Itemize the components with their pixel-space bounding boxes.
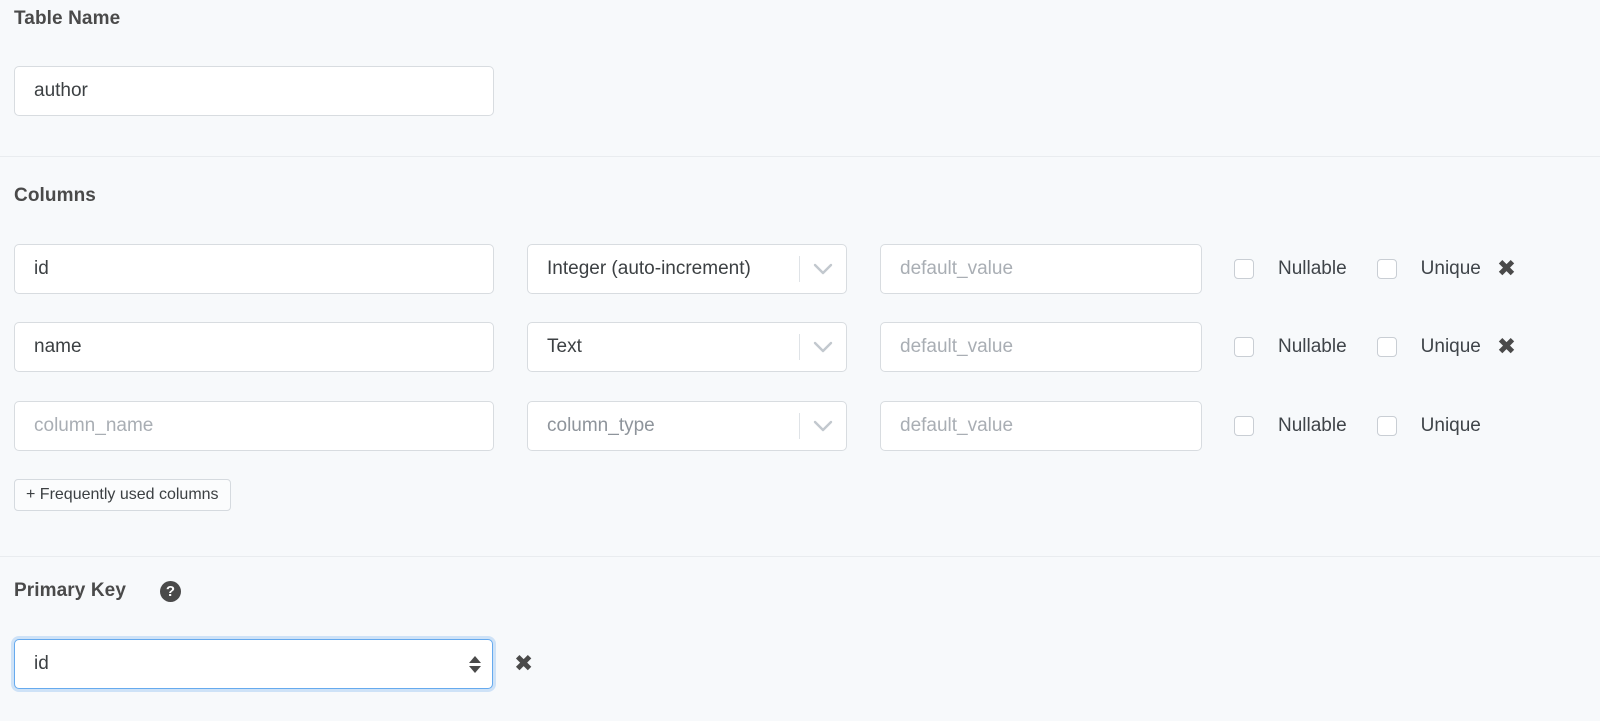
chevron-down-icon <box>800 420 846 432</box>
default-value-input[interactable] <box>880 244 1202 294</box>
column-name-input[interactable] <box>14 401 494 451</box>
nullable-checkbox[interactable] <box>1234 259 1254 279</box>
chevron-up-icon <box>469 656 481 663</box>
delete-column-button[interactable]: ✖ <box>1497 336 1516 359</box>
unique-label: Unique <box>1421 415 1481 437</box>
frequently-used-columns-button[interactable]: + Frequently used columns <box>14 479 231 511</box>
nullable-checkbox[interactable] <box>1234 416 1254 436</box>
table-name-input[interactable] <box>14 66 494 116</box>
default-value-input[interactable] <box>880 401 1202 451</box>
column-type-value: Text <box>528 336 799 358</box>
nullable-label: Nullable <box>1278 415 1347 437</box>
column-type-value: Integer (auto-increment) <box>528 258 799 280</box>
delete-primary-key-button[interactable]: ✖ <box>514 653 533 676</box>
primary-key-value: id <box>15 653 458 675</box>
nullable-label: Nullable <box>1278 258 1347 280</box>
delete-column-button[interactable]: ✖ <box>1497 258 1516 281</box>
primary-key-label: Primary Key <box>14 580 126 602</box>
column-name-input[interactable] <box>14 244 494 294</box>
nullable-label: Nullable <box>1278 336 1347 358</box>
primary-key-heading: Primary Key ? <box>14 580 181 602</box>
column-type-select[interactable]: column_type <box>527 401 847 451</box>
unique-checkbox[interactable] <box>1377 416 1397 436</box>
unique-label: Unique <box>1421 258 1481 280</box>
chevron-down-icon <box>800 341 846 353</box>
unique-checkbox[interactable] <box>1377 259 1397 279</box>
primary-key-select[interactable]: id <box>14 639 493 689</box>
column-name-input[interactable] <box>14 322 494 372</box>
chevron-down-icon <box>469 666 481 673</box>
columns-label: Columns <box>14 185 96 207</box>
nullable-checkbox[interactable] <box>1234 337 1254 357</box>
table-row: Integer (auto-increment) Nullable Unique… <box>14 244 1516 294</box>
divider-bottom <box>0 556 1600 557</box>
primary-key-row: id ✖ <box>14 639 533 689</box>
default-value-input[interactable] <box>880 322 1202 372</box>
help-icon[interactable]: ? <box>160 581 181 602</box>
create-table-form: Table Name Columns Integer (auto-increme… <box>0 0 1600 721</box>
table-row: column_type Nullable Unique <box>14 401 1481 451</box>
chevron-down-icon <box>800 263 846 275</box>
stepper-arrows-icon[interactable] <box>458 656 492 673</box>
column-type-value: column_type <box>528 415 799 437</box>
table-row: Text Nullable Unique ✖ <box>14 322 1516 372</box>
table-name-label: Table Name <box>14 8 120 30</box>
column-type-select[interactable]: Integer (auto-increment) <box>527 244 847 294</box>
unique-checkbox[interactable] <box>1377 337 1397 357</box>
unique-label: Unique <box>1421 336 1481 358</box>
divider-top <box>0 156 1600 157</box>
column-type-select[interactable]: Text <box>527 322 847 372</box>
